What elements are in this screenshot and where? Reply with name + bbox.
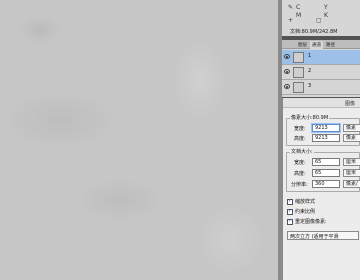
photoshop-window: ✎ C M Y K + ▢ 文档:80.9M/242.8M 图层 通道 路径 1 — [0, 0, 360, 280]
doc-height-input[interactable]: 65 — [312, 169, 340, 177]
document-size-title: 文档大小: — [290, 148, 314, 155]
layer-thumbnail — [293, 52, 304, 63]
scale-styles-label: 缩放样式 — [295, 199, 316, 205]
resolution-label: 分辨率: — [291, 182, 308, 188]
pixel-height-input[interactable]: 9213 — [312, 134, 340, 142]
tab-paths[interactable]: 路径 — [324, 41, 337, 49]
doc-height-unit[interactable]: 厘米 — [343, 169, 360, 177]
color-mode-label: Y — [324, 4, 328, 11]
eyedropper-icon: ✎ — [288, 4, 294, 11]
eye-icon[interactable] — [284, 84, 290, 89]
document-size-group: 文档大小: 宽度: 65 厘米 高度: 65 厘米 分辨率: 360 像素/ — [286, 148, 360, 192]
layers-tab-bar: 图层 通道 路径 — [282, 40, 360, 49]
tab-channels[interactable]: 通道 — [310, 41, 323, 49]
tab-layers[interactable]: 图层 — [296, 41, 309, 49]
pixel-width-label: 宽度: — [294, 126, 306, 132]
layer-name: 1 — [308, 53, 312, 59]
layer-thumbnail — [293, 67, 304, 78]
pixel-height-unit[interactable]: 像素 — [343, 134, 360, 142]
dialog-title: 图像 — [283, 98, 360, 108]
document-size-info: 文档:80.9M/242.8M — [290, 29, 338, 35]
eye-icon[interactable] — [284, 69, 290, 74]
layer-name: 2 — [308, 68, 312, 74]
image-size-dialog: 图像 像素大小:80.9M 宽度: 9213 像素 高度: 9213 像素 文档… — [282, 98, 360, 280]
checkbox-icon[interactable] — [287, 198, 293, 205]
constrain-proportions-checkbox[interactable]: 约束比例 — [287, 208, 315, 216]
resample-image-label: 重定图像像素: — [295, 219, 327, 225]
color-mode-label: M — [296, 12, 302, 19]
constrain-proportions-label: 约束比例 — [295, 209, 316, 215]
pixel-width-unit[interactable]: 像素 — [343, 124, 360, 132]
doc-height-label: 高度: — [294, 171, 306, 177]
layer-row[interactable]: 2 — [282, 65, 360, 80]
image-canvas[interactable] — [0, 0, 278, 280]
scale-styles-checkbox[interactable]: 缩放样式 — [287, 198, 315, 206]
select-size-icon: ▢ — [316, 17, 322, 24]
pixel-dimensions-group: 像素大小:80.9M 宽度: 9213 像素 高度: 9213 像素 — [286, 114, 360, 146]
pixel-width-input[interactable]: 9213 — [312, 124, 340, 132]
layers-panel: 图层 通道 路径 1 2 3 — [282, 40, 360, 97]
layer-row[interactable]: 3 — [282, 80, 360, 95]
eye-icon[interactable] — [284, 54, 290, 59]
resolution-input[interactable]: 360 — [312, 180, 340, 188]
layer-name: 3 — [308, 83, 312, 89]
checkbox-icon[interactable] — [287, 208, 293, 215]
color-mode-label: K — [324, 12, 328, 19]
doc-width-input[interactable]: 65 — [312, 158, 340, 166]
canvas-area — [0, 0, 282, 280]
doc-width-unit[interactable]: 厘米 — [343, 158, 360, 166]
checkbox-icon[interactable] — [287, 218, 293, 225]
color-mode-label: C — [296, 4, 301, 11]
pixel-height-label: 高度: — [294, 136, 306, 142]
layer-row[interactable]: 1 — [282, 50, 360, 65]
resolution-unit[interactable]: 像素/ — [343, 180, 360, 188]
info-panel: ✎ C M Y K + ▢ 文档:80.9M/242.8M — [282, 0, 360, 36]
pixel-dimensions-title: 像素大小:80.9M — [290, 114, 330, 121]
doc-width-label: 宽度: — [294, 160, 306, 166]
crosshair-icon: + — [288, 17, 294, 24]
layer-thumbnail — [293, 82, 304, 93]
resample-method-select[interactable]: 两次立方 (适用于平滑 — [287, 231, 359, 240]
resample-image-checkbox[interactable]: 重定图像像素: — [287, 218, 327, 226]
